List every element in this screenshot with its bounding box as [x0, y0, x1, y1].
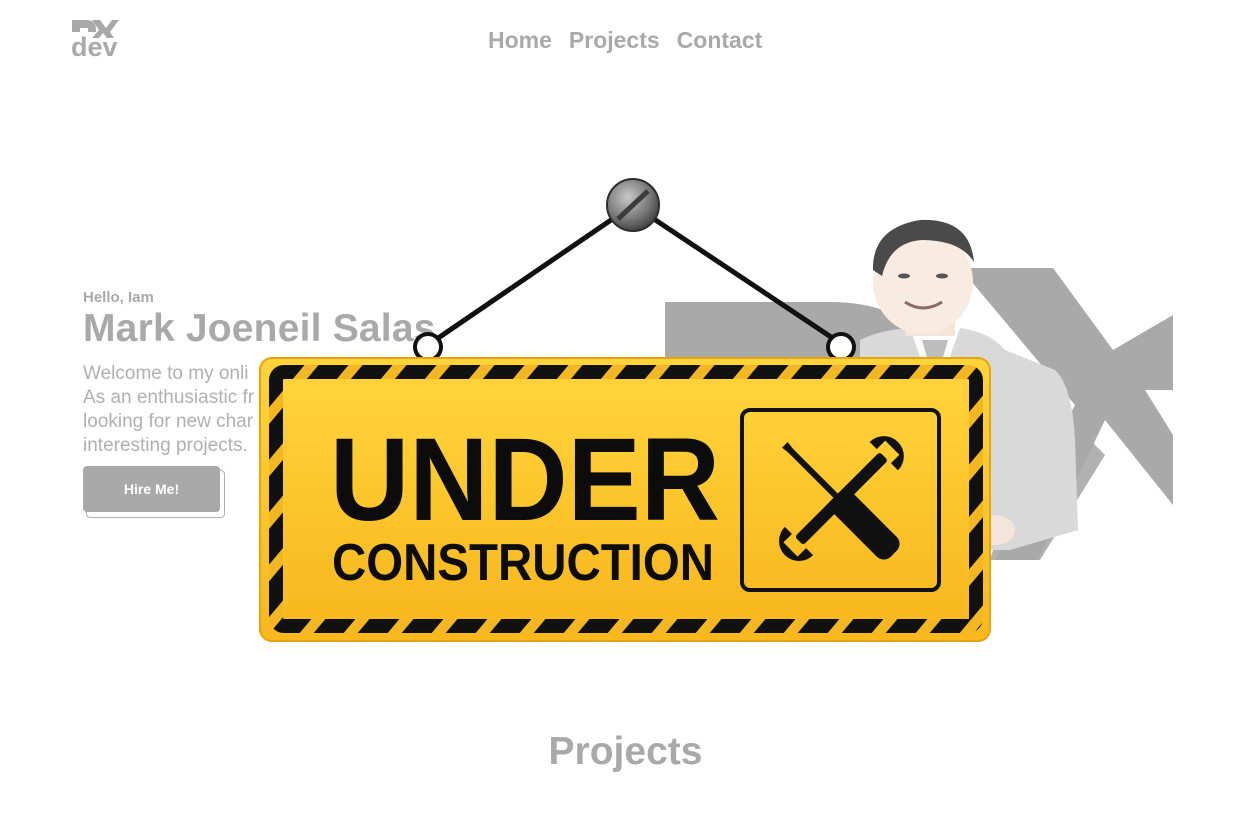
- under-construction-sign: UNDER CONSTRUCTION: [259, 178, 991, 642]
- screw-icon: [606, 178, 660, 232]
- hook-ring-left: [413, 332, 443, 362]
- nav-projects[interactable]: Projects: [569, 26, 660, 54]
- nav-home[interactable]: Home: [488, 26, 552, 54]
- hire-me-button[interactable]: Hire Me!: [83, 466, 220, 512]
- logo-text: dev: [71, 32, 118, 62]
- sign-line-construction: CONSTRUCTION: [332, 534, 714, 592]
- sign-line-under: UNDER: [330, 414, 720, 546]
- site-logo[interactable]: dev: [70, 16, 130, 62]
- nav-contact[interactable]: Contact: [677, 26, 763, 54]
- page: dev Home Projects Contact Hello, Iam Mar…: [0, 0, 1251, 821]
- hire-button-wrap: Hire Me!: [83, 466, 225, 518]
- hook-ring-right: [826, 332, 856, 362]
- main-nav: Home Projects Contact: [488, 26, 762, 54]
- projects-section-title: Projects: [548, 730, 703, 773]
- hero-greeting: Hello, Iam: [83, 289, 154, 306]
